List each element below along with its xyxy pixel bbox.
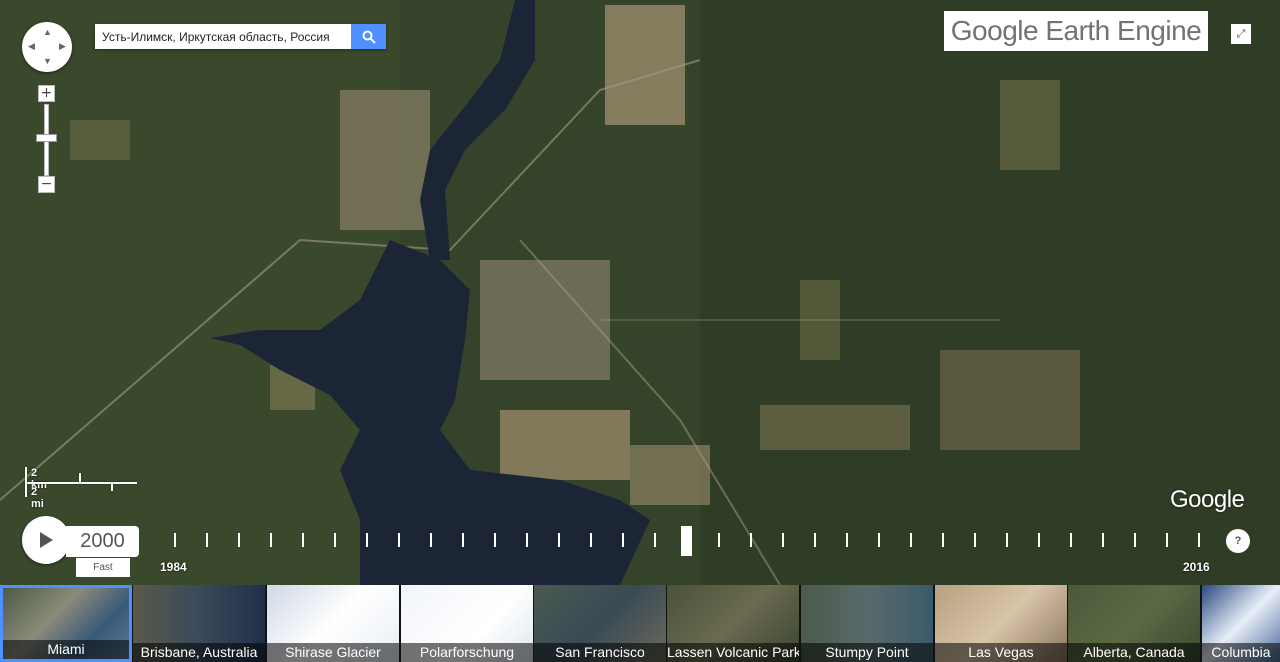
play-icon [40,532,53,548]
thumbnail-miami[interactable]: Miami [0,585,132,662]
timeline-tick [462,533,464,547]
timeline-start-year: 1984 [160,560,187,574]
timeline-tick [590,533,592,547]
fullscreen-icon: ⤢ [1236,27,1246,40]
pan-down-icon[interactable]: ▼ [43,57,52,66]
thumbnail-label: Shirase Glacier [267,643,399,662]
timeline-tick [1166,533,1168,547]
timeline-tick [1070,533,1072,547]
zoom-out-button[interactable]: − [38,176,55,193]
google-earth-engine-logo: Google Earth Engine [944,11,1208,51]
timeline-tick [494,533,496,547]
timeline-tick [942,533,944,547]
timeline-tick [622,533,624,547]
timeline-tick [718,533,720,547]
thumbnail-stumpy-point[interactable]: Stumpy Point [801,585,933,662]
timeline-tick [238,533,240,547]
satellite-imagery [0,0,1280,585]
timeline-tick [1038,533,1040,547]
timeline-tick [174,533,176,547]
timeline-tick [334,533,336,547]
timeline-tick [558,533,560,547]
pan-up-icon[interactable]: ▲ [43,28,52,37]
thumbnail-las-vegas[interactable]: Las Vegas [935,585,1067,662]
thumbnail-label: Alberta, Canada [1068,643,1200,662]
thumbnail-label: Las Vegas [935,643,1067,662]
timeline-tick [206,533,208,547]
search-icon [362,30,376,44]
timeline-tick [270,533,272,547]
timeline-tick [654,533,656,547]
timeline-tick [782,533,784,547]
timeline-tick [1102,533,1104,547]
timeline-tick [878,533,880,547]
play-button[interactable] [22,516,70,564]
zoom-slider-thumb[interactable] [36,134,57,142]
thumbnail-label: Stumpy Point [801,643,933,662]
thumbnail-label: Lassen Volcanic Park [667,643,799,662]
timeline-tick [846,533,848,547]
search-button[interactable] [351,24,386,49]
fullscreen-button[interactable]: ⤢ [1231,24,1251,44]
location-search [95,24,386,49]
pan-control[interactable]: ▲ ▼ ◀ ▶ [22,22,72,72]
timeline-tick [366,533,368,547]
timeline-tick [398,533,400,547]
search-input[interactable] [95,24,345,49]
thumbnail-lassen-volcanic-park[interactable]: Lassen Volcanic Park [667,585,799,662]
thumbnail-label: Brisbane, Australia [133,643,265,662]
google-watermark: Google [1170,486,1245,513]
timeline-tick [814,533,816,547]
timeline-end-year: 2016 [1183,560,1210,574]
timeline-tick [1006,533,1008,547]
pan-right-icon[interactable]: ▶ [59,42,66,51]
scale-mi-label: 2 mi [31,486,44,510]
timeline-thumb[interactable] [681,526,692,556]
timeline-tick [1198,533,1200,547]
pan-left-icon[interactable]: ◀ [28,42,35,51]
thumbnail-columbia[interactable]: Columbia [1202,585,1280,662]
current-year: 2000 [66,526,139,557]
thumbnail-brisbane[interactable]: Brisbane, Australia [133,585,265,662]
thumbnail-alberta-canada[interactable]: Alberta, Canada [1068,585,1200,662]
help-button[interactable]: ? [1226,529,1250,553]
timeline-tick [1134,533,1136,547]
timeline-tick [750,533,752,547]
timeline-tick [974,533,976,547]
thumbnail-shirase-glacier[interactable]: Shirase Glacier [267,585,399,662]
satellite-map[interactable] [0,0,1280,585]
thumbnail-san-francisco[interactable]: San Francisco [534,585,666,662]
location-thumbnails: Miami Brisbane, Australia Shirase Glacie… [0,585,1280,662]
zoom-in-button[interactable]: + [38,85,55,102]
timeline-tick [910,533,912,547]
thumbnail-label: Polarforschung [401,643,533,662]
timeline-tick [526,533,528,547]
timeline-tick [302,533,304,547]
thumbnail-label: Miami [3,640,129,659]
timeline-tick [430,533,432,547]
thumbnail-label: San Francisco [534,643,666,662]
speed-toggle[interactable]: Fast [76,558,130,577]
thumbnail-label: Columbia [1202,643,1280,662]
thumbnail-polarforschung[interactable]: Polarforschung [401,585,533,662]
